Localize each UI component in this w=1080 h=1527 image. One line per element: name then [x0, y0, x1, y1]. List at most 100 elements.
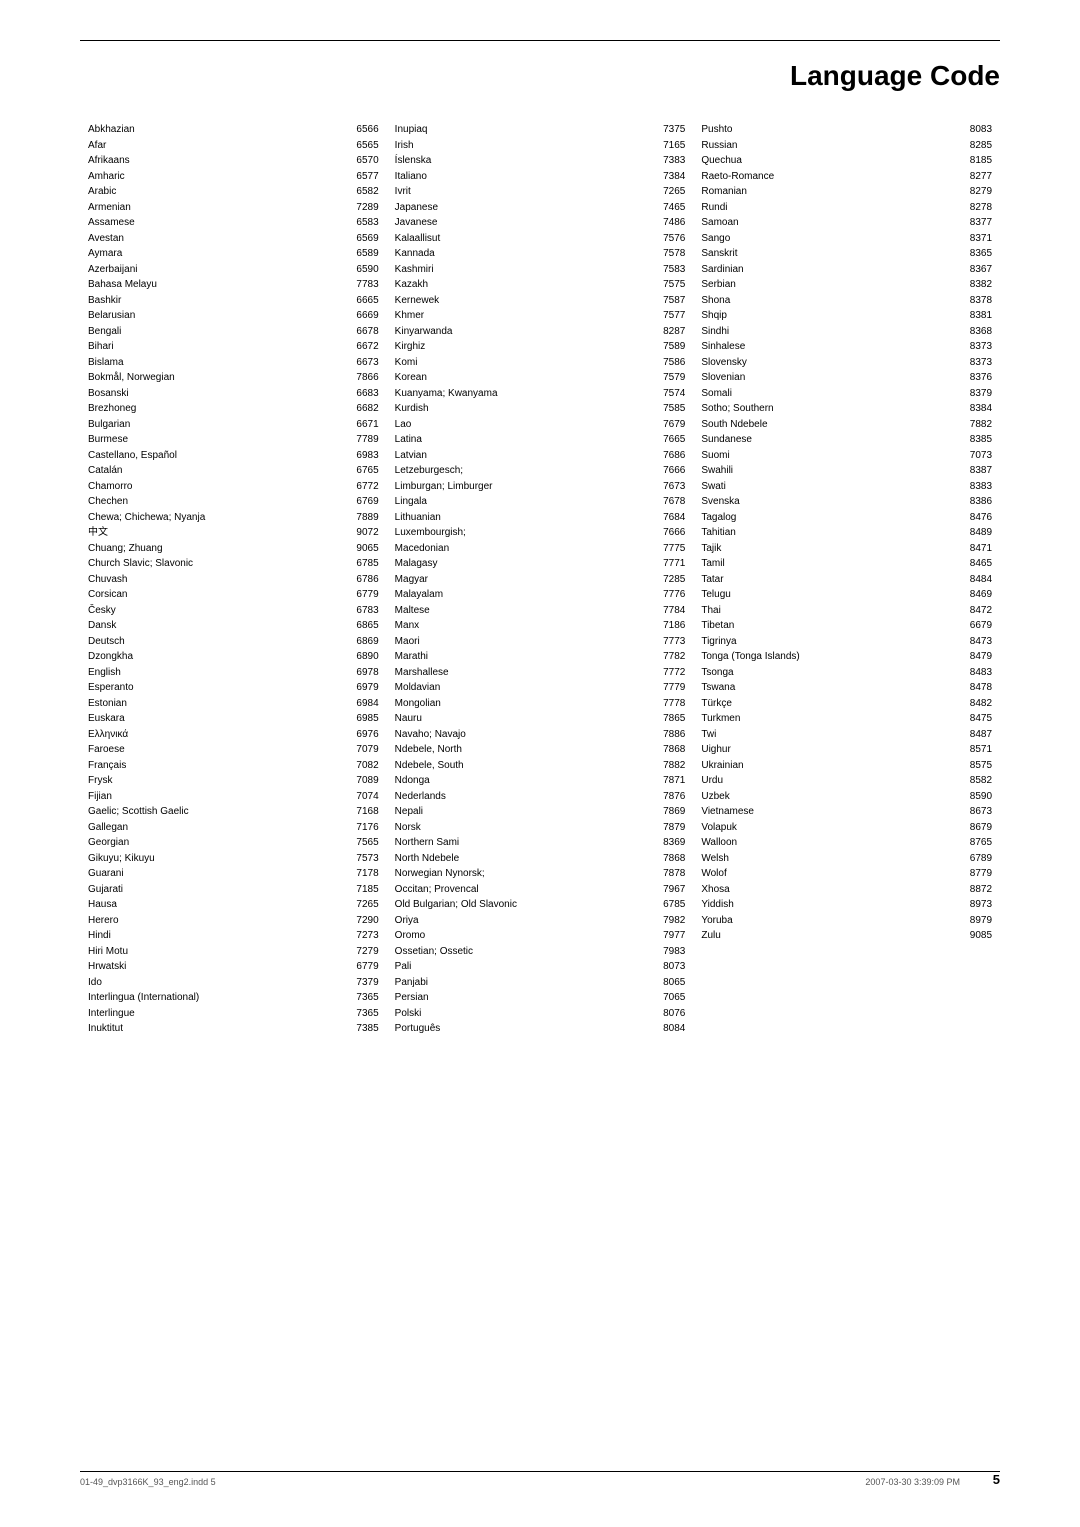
language-code: 6577	[344, 169, 379, 185]
language-code: 8465	[957, 556, 992, 572]
language-name: Kernewek	[395, 293, 651, 309]
language-code: 7089	[344, 773, 379, 789]
list-item: Letzeburgesch;7666	[395, 463, 686, 479]
language-code: 8367	[957, 262, 992, 278]
language-name: Interlingue	[88, 1006, 344, 1022]
language-code: 8489	[957, 525, 992, 541]
list-item: Serbian8382	[701, 277, 992, 293]
language-name: Quechua	[701, 153, 957, 169]
language-code: 8073	[650, 959, 685, 975]
language-name: Esperanto	[88, 680, 344, 696]
language-code: 7465	[650, 200, 685, 216]
language-name: Nepali	[395, 804, 651, 820]
language-name: Norwegian Nynorsk;	[395, 866, 651, 882]
language-code: 8472	[957, 603, 992, 619]
language-code: 8376	[957, 370, 992, 386]
language-name: Marshallese	[395, 665, 651, 681]
language-name: Sardinian	[701, 262, 957, 278]
list-item: Panjabi8065	[395, 975, 686, 991]
list-item: Íslenska7383	[395, 153, 686, 169]
language-name: Íslenska	[395, 153, 651, 169]
column-3: Pushto8083Russian8285Quechua8185Raeto-Ro…	[693, 122, 1000, 944]
list-item: Faroese7079	[88, 742, 379, 758]
language-name: Welsh	[701, 851, 957, 867]
language-name: Belarusian	[88, 308, 344, 324]
language-code: 8382	[957, 277, 992, 293]
list-item: Chuang; Zhuang9065	[88, 541, 379, 557]
language-name: Dzongkha	[88, 649, 344, 665]
language-name: Limburgan; Limburger	[395, 479, 651, 495]
language-name: Svenska	[701, 494, 957, 510]
language-name: Old Bulgarian; Old Slavonic	[395, 897, 651, 913]
list-item: Kazakh7575	[395, 277, 686, 293]
language-code: 8383	[957, 479, 992, 495]
language-name: Hausa	[88, 897, 344, 913]
language-code: 7779	[650, 680, 685, 696]
language-code: 8487	[957, 727, 992, 743]
list-item: Brezhoneg6682	[88, 401, 379, 417]
language-name: Tigrinya	[701, 634, 957, 650]
language-name: Arabic	[88, 184, 344, 200]
list-item: Castellano, Español6983	[88, 448, 379, 464]
language-code: 7073	[957, 448, 992, 464]
language-name: Uighur	[701, 742, 957, 758]
list-item: Slovenian8376	[701, 370, 992, 386]
language-code: 7869	[650, 804, 685, 820]
list-item: Limburgan; Limburger7673	[395, 479, 686, 495]
language-code: 7576	[650, 231, 685, 247]
language-name: Maori	[395, 634, 651, 650]
border-top	[80, 40, 1000, 41]
list-item: Suomi7073	[701, 448, 992, 464]
language-code: 7666	[650, 525, 685, 541]
language-code: 7982	[650, 913, 685, 929]
language-name: Bokmål, Norwegian	[88, 370, 344, 386]
language-code: 6786	[344, 572, 379, 588]
language-name: Latvian	[395, 448, 651, 464]
language-code: 8979	[957, 913, 992, 929]
language-code: 7285	[650, 572, 685, 588]
list-item: Xhosa8872	[701, 882, 992, 898]
language-code: 8381	[957, 308, 992, 324]
language-code: 7279	[344, 944, 379, 960]
language-code: 8368	[957, 324, 992, 340]
language-code: 6590	[344, 262, 379, 278]
language-code: 7868	[650, 851, 685, 867]
language-code: 8469	[957, 587, 992, 603]
language-name: English	[88, 665, 344, 681]
list-item: Tibetan6679	[701, 618, 992, 634]
list-item: Lao7679	[395, 417, 686, 433]
list-item: Javanese7486	[395, 215, 686, 231]
language-name: Bulgarian	[88, 417, 344, 433]
language-name: Northern Sami	[395, 835, 651, 851]
list-item: Kashmiri7583	[395, 262, 686, 278]
language-code: 6983	[344, 448, 379, 464]
list-item: Swahili8387	[701, 463, 992, 479]
language-name: Euskara	[88, 711, 344, 727]
language-code: 7866	[344, 370, 379, 386]
list-item: Pushto8083	[701, 122, 992, 138]
list-item: Volapuk8679	[701, 820, 992, 836]
language-code: 7771	[650, 556, 685, 572]
list-item: Komi7586	[395, 355, 686, 371]
language-code: 7585	[650, 401, 685, 417]
language-name: Chuang; Zhuang	[88, 541, 344, 557]
language-name: Bihari	[88, 339, 344, 355]
list-item: Bokmål, Norwegian7866	[88, 370, 379, 386]
language-code: 6769	[344, 494, 379, 510]
list-item: Russian8285	[701, 138, 992, 154]
footer-right: 2007-03-30 3:39:09 PM	[865, 1477, 960, 1487]
language-name: Tatar	[701, 572, 957, 588]
list-item: Ndonga7871	[395, 773, 686, 789]
language-name: Vietnamese	[701, 804, 957, 820]
language-name: Bengali	[88, 324, 344, 340]
list-item: Irish7165	[395, 138, 686, 154]
language-name: Faroese	[88, 742, 344, 758]
language-name: Somali	[701, 386, 957, 402]
language-code: 7776	[650, 587, 685, 603]
language-name: Catalán	[88, 463, 344, 479]
language-name: Occitan; Provencal	[395, 882, 651, 898]
list-item: Mongolian7778	[395, 696, 686, 712]
list-item: Inupiaq7375	[395, 122, 686, 138]
list-item: Bihari6672	[88, 339, 379, 355]
list-item: Georgian7565	[88, 835, 379, 851]
